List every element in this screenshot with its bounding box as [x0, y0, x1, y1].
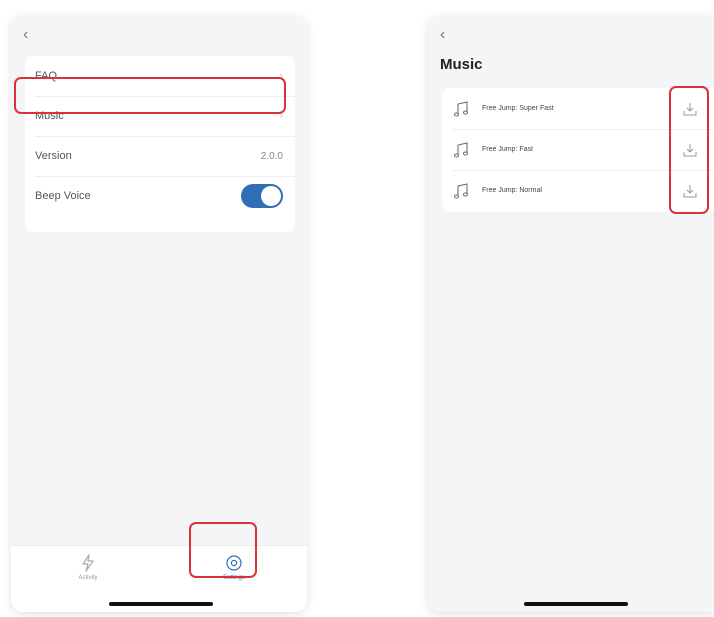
track-name: Free Jump: Fast	[482, 146, 533, 153]
track-name: Free Jump: Super Fast	[482, 105, 554, 112]
settings-row-label: Version	[35, 150, 72, 162]
settings-screen: ‹ FAQ › Music › Version 2.0.0 Beep Voice	[11, 16, 307, 612]
back-button[interactable]: ‹	[440, 26, 454, 44]
download-icon[interactable]	[683, 184, 697, 198]
toggle-knob	[261, 186, 281, 206]
page-title: Music	[440, 56, 483, 73]
settings-list: FAQ › Music › Version 2.0.0 Beep Voice	[25, 56, 295, 232]
settings-row-beep-voice: Beep Voice	[25, 176, 295, 216]
music-track-list: Free Jump: Super Fast Free Jump: Fast Fr…	[442, 88, 714, 212]
track-row: Free Jump: Fast	[442, 129, 714, 170]
chevron-right-icon: ›	[279, 70, 283, 82]
music-note-icon	[454, 182, 468, 198]
home-indicator	[524, 602, 628, 606]
track-name: Free Jump: Normal	[482, 187, 542, 194]
tab-label: Activity	[78, 575, 98, 581]
music-note-icon	[454, 141, 468, 157]
track-row: Free Jump: Super Fast	[442, 88, 714, 129]
tab-settings[interactable]: Settings	[204, 554, 264, 581]
tab-label: Settings	[223, 575, 245, 581]
beep-voice-toggle[interactable]	[241, 184, 283, 208]
settings-row-label: Beep Voice	[35, 190, 91, 202]
download-icon[interactable]	[683, 143, 697, 157]
settings-row-music[interactable]: Music ›	[25, 96, 295, 136]
chevron-right-icon: ›	[279, 110, 283, 122]
gear-icon	[226, 555, 242, 571]
settings-row-label: FAQ	[35, 70, 58, 82]
home-indicator	[109, 602, 213, 606]
back-button[interactable]: ‹	[23, 26, 37, 44]
settings-row-version: Version 2.0.0	[25, 136, 295, 176]
lightning-icon	[82, 554, 94, 572]
music-note-icon	[454, 100, 468, 116]
settings-row-label: Music	[35, 110, 64, 122]
version-value: 2.0.0	[260, 150, 283, 162]
tab-activity[interactable]: Activity	[58, 554, 118, 581]
download-icon[interactable]	[683, 102, 697, 116]
track-row: Free Jump: Normal	[442, 170, 714, 211]
music-screen: ‹ Music Free Jump: Super Fast Free Jump:…	[428, 16, 714, 612]
settings-row-faq[interactable]: FAQ ›	[25, 56, 295, 96]
